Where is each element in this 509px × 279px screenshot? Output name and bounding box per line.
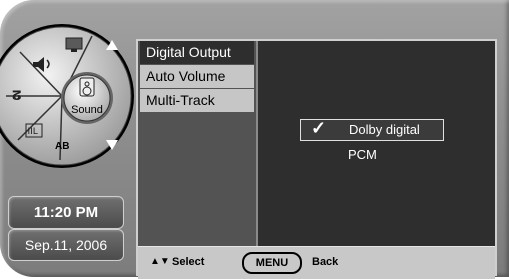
option-pcm[interactable]: PCM xyxy=(348,145,377,165)
select-hint: Select xyxy=(172,256,205,268)
divider xyxy=(256,41,258,246)
settings-panel: Digital Output Auto Volume Multi-Track ✓… xyxy=(136,39,497,279)
menu-list: Digital Output Auto Volume Multi-Track xyxy=(138,41,256,246)
option-dolby-digital[interactable]: ✓ Dolby digital xyxy=(300,118,444,141)
sound-category-center[interactable]: Sound xyxy=(61,72,113,124)
ab-label: AB xyxy=(55,141,69,152)
menu-item-multi-track[interactable]: Multi-Track xyxy=(140,89,254,112)
antenna-icon[interactable]: ⵒ xyxy=(12,89,21,104)
up-down-arrows-icon: ▲▼ xyxy=(150,256,170,267)
speaker-box-icon xyxy=(79,77,95,97)
menu-item-digital-output[interactable]: Digital Output xyxy=(140,41,254,64)
back-hint: Back xyxy=(312,256,339,268)
clock-time: 11:20 PM xyxy=(8,196,124,229)
help-bar: ▲▼ Select MENU Back xyxy=(138,246,495,279)
menu-key[interactable]: MENU xyxy=(242,252,302,274)
menu-item-auto-volume[interactable]: Auto Volume xyxy=(140,65,254,88)
svg-text:IIL: IIL xyxy=(28,127,38,137)
tv-osd-frame: ⵒ IIL AB Sound 11:20 PM Sep.11, 2006 Dig… xyxy=(0,0,509,279)
option-label: Dolby digital xyxy=(349,122,420,137)
category-wheel[interactable]: ⵒ IIL AB Sound xyxy=(0,0,140,190)
center-label: Sound xyxy=(71,104,103,116)
ab-button[interactable]: AB xyxy=(55,141,69,152)
svg-text:ⵒ: ⵒ xyxy=(12,89,21,104)
clock-date: Sep.11, 2006 xyxy=(8,229,124,261)
check-icon: ✓ xyxy=(311,118,327,138)
